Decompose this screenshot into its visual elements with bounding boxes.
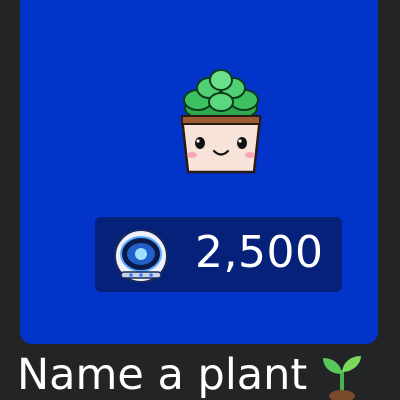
succulent-pot-icon bbox=[180, 69, 262, 174]
caption-row: Name a plant bbox=[17, 350, 367, 400]
price-value: 2,500 bbox=[195, 227, 324, 278]
caption-title: Name a plant bbox=[17, 350, 308, 400]
price-badge: 2,500 bbox=[95, 217, 342, 292]
seedling-icon bbox=[323, 356, 362, 400]
plant-card[interactable]: 2,500 bbox=[20, 0, 378, 344]
astronaut-helmet-icon bbox=[114, 229, 168, 283]
